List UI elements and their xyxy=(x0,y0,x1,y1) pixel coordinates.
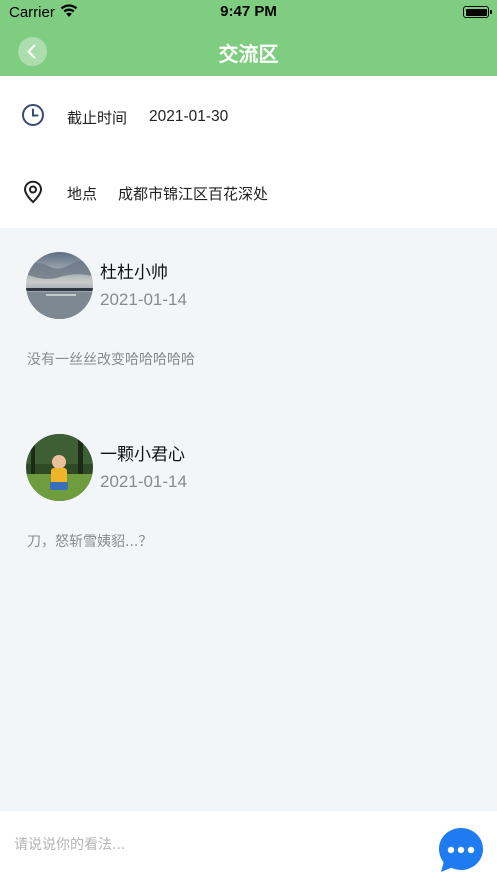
deadline-row: 截止时间 2021-01-30 xyxy=(0,76,497,152)
location-label: 地点 xyxy=(67,185,98,203)
page-title: 交流区 xyxy=(218,42,279,66)
comment-author: 一颗小君心 xyxy=(100,445,185,465)
location-row: 地点 成都市锦江区百花深处 xyxy=(0,152,497,228)
status-bar: Carrier 9:47 PM xyxy=(0,0,497,26)
comment-input[interactable] xyxy=(14,837,414,853)
comment-date: 2021-01-14 xyxy=(100,472,187,491)
event-info: 截止时间 2021-01-30 地点 成都市锦江区百花深处 xyxy=(0,76,497,228)
deadline-value: 2021-01-30 xyxy=(149,108,229,125)
avatar[interactable] xyxy=(26,252,93,319)
location-value: 成都市锦江区百花深处 xyxy=(118,185,269,203)
comment-text: 刀，怒斩雪姨貂...？ xyxy=(27,534,153,550)
clock-icon xyxy=(22,104,44,126)
send-comment-button[interactable] xyxy=(437,826,485,874)
comment-author: 杜杜小帅 xyxy=(100,263,168,283)
comment-input-bar xyxy=(0,811,497,883)
comment-date: 2021-01-14 xyxy=(100,290,187,309)
comment-text: 没有一丝丝改变哈哈哈哈哈 xyxy=(27,352,195,368)
status-time: 9:47 PM xyxy=(220,3,277,20)
chat-bubble-icon xyxy=(439,828,483,872)
nav-bar: 交流区 xyxy=(0,26,497,76)
avatar[interactable] xyxy=(26,434,93,501)
deadline-label: 截止时间 xyxy=(67,109,128,127)
battery-icon xyxy=(463,6,492,18)
location-pin-icon xyxy=(23,180,43,204)
